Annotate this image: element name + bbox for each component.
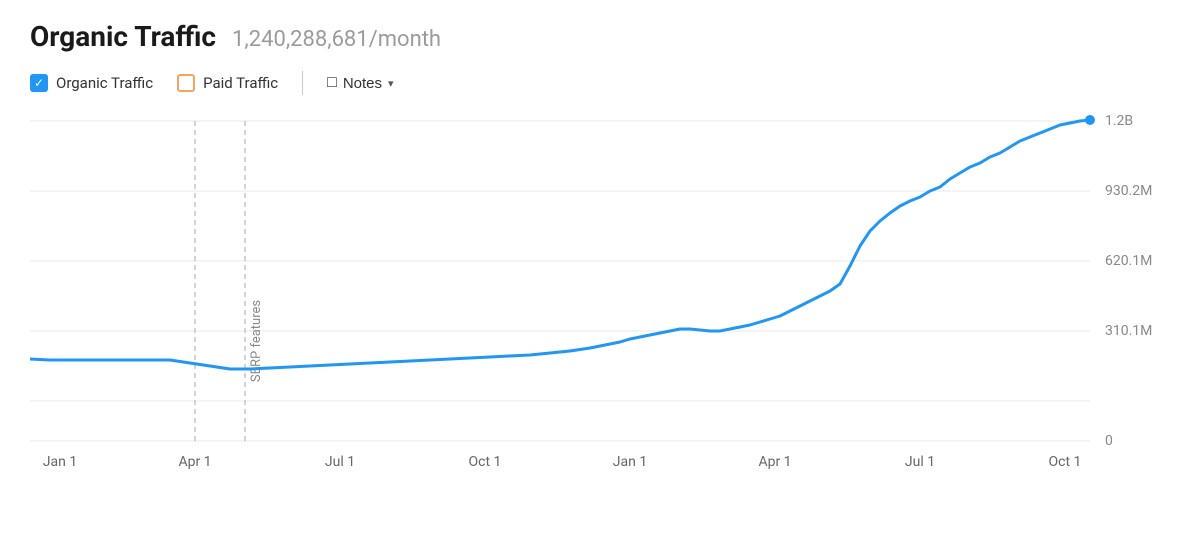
x-label-7: Jul 1 [905,454,935,470]
x-label-8: Oct 1 [1049,454,1082,470]
legend-divider [302,71,303,95]
organic-checkbox[interactable]: ✓ [30,74,48,92]
y-label-2: 930.2M [1105,183,1152,199]
legend-row: ✓ Organic Traffic Paid Traffic □ Notes ▾ [30,71,1170,95]
paid-label: Paid Traffic [203,74,278,92]
x-label-6: Apr 1 [758,454,791,470]
x-label-3: Jul 1 [325,454,355,470]
y-label-1: 1.2B [1105,113,1133,129]
y-label-4: 310.1M [1105,323,1152,339]
line-endpoint [1085,115,1095,125]
notes-icon: □ [327,74,337,92]
y-label-5: 0 [1105,433,1113,449]
x-label-2: Apr 1 [178,454,211,470]
header-row: Organic Traffic 1,240,288,681/month [30,20,1170,53]
notes-label: Notes [343,75,382,92]
chart-area: SERP features 1.2B 930.2M 620.1M 310.1M … [30,111,1170,471]
x-label-4: Oct 1 [469,454,502,470]
paid-checkbox[interactable] [177,74,195,92]
organic-label: Organic Traffic [56,74,153,92]
x-label-5: Jan 1 [613,454,647,470]
organic-traffic-line [30,120,1090,369]
main-container: Organic Traffic 1,240,288,681/month ✓ Or… [0,0,1200,544]
x-label-1: Jan 1 [43,454,77,470]
traffic-value: 1,240,288,681/month [232,27,441,52]
y-label-3: 620.1M [1105,253,1152,269]
notes-button[interactable]: □ Notes ▾ [327,74,393,92]
legend-paid[interactable]: Paid Traffic [177,74,278,92]
chevron-down-icon: ▾ [388,77,394,90]
chart-svg: SERP features 1.2B 930.2M 620.1M 310.1M … [30,111,1170,471]
page-title: Organic Traffic [30,20,216,53]
check-icon: ✓ [34,76,44,90]
legend-organic[interactable]: ✓ Organic Traffic [30,74,153,92]
